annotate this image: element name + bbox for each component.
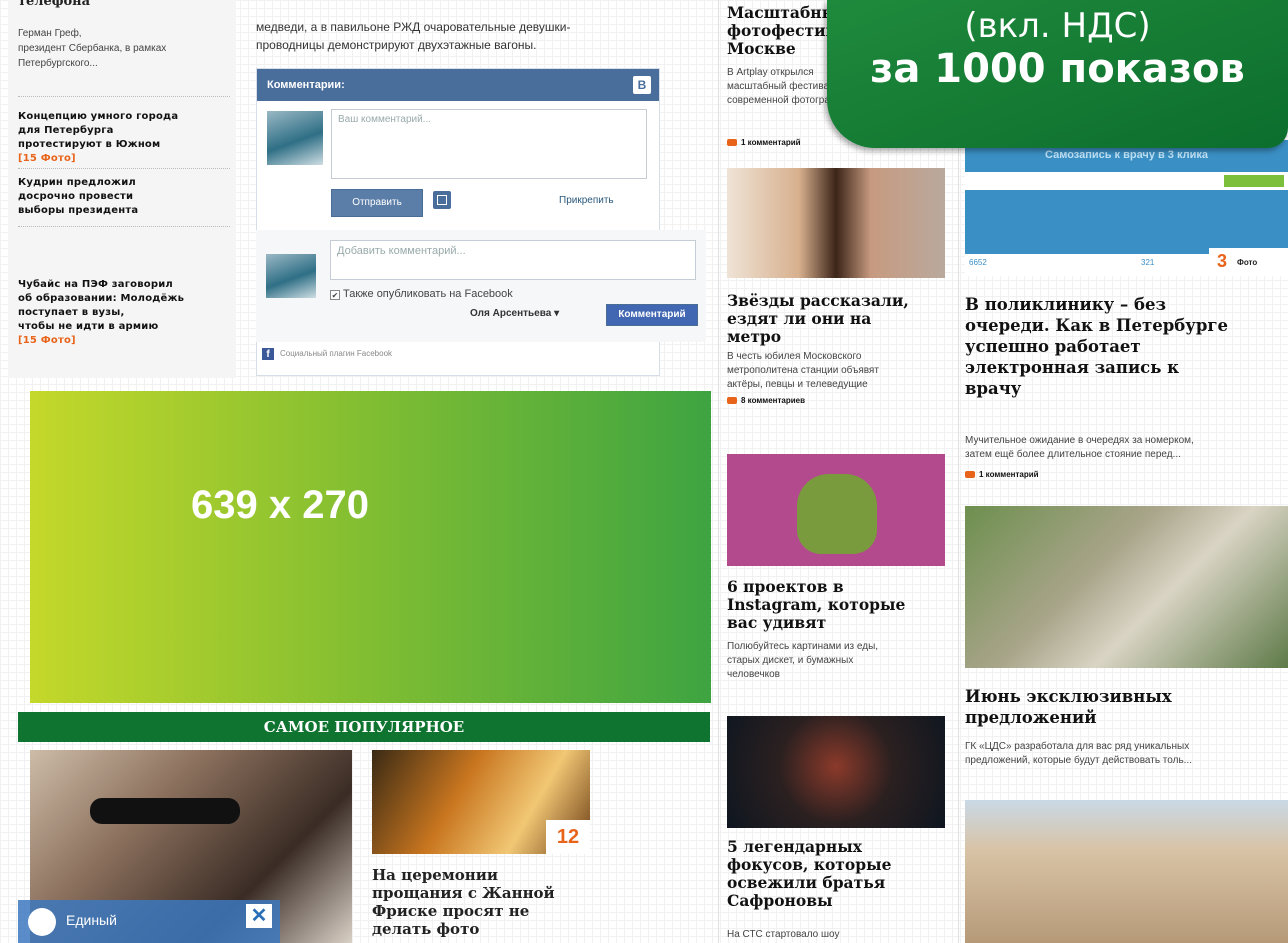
illustration-shape <box>797 474 877 554</box>
divider <box>18 226 230 227</box>
intro-text: Герман Греф, президент Сбербанка, в рамк… <box>18 28 167 69</box>
divider <box>18 96 230 97</box>
avatar <box>266 254 316 298</box>
mid-item-title[interactable]: Звёзды рассказали, ездят ли они на метро <box>727 292 952 346</box>
stars-photo[interactable] <box>727 168 945 278</box>
comment-icon <box>727 139 737 147</box>
fb-plugin-label: Социальный плагин Facebook <box>280 349 393 358</box>
right-item-desc: ГК «ЦДС» разработала для вас ряд уникаль… <box>965 741 1192 766</box>
news-link[interactable]: Концепцию умного города для Петербурга п… <box>18 110 230 166</box>
building-photo[interactable] <box>965 800 1288 943</box>
avatar <box>267 111 323 165</box>
mid-item-title[interactable]: 5 легендарных фокусов, которые освежили … <box>727 838 952 910</box>
price-line-vat: (вкл. НДС) <box>964 6 1151 46</box>
logo-icon <box>28 908 56 936</box>
right-item-desc: Мучительное ожидание в очередях за номер… <box>965 435 1194 460</box>
mid-item-desc: В честь юбилея Московского метрополитена… <box>727 351 879 390</box>
views-count: 6652 <box>969 258 987 267</box>
mid-item-desc: Полюбуйтесь картинами из еды, старых дис… <box>727 641 879 680</box>
news-link[interactable]: Чубайс на ПЭФ заговорил об образовании: … <box>18 278 230 348</box>
comment-icon <box>727 397 737 405</box>
sunglasses-shape <box>90 798 240 824</box>
comment-button[interactable]: Комментарий <box>606 304 698 326</box>
attach-link[interactable]: Прикрепить <box>559 195 614 206</box>
comments-count[interactable]: 8 комментариев <box>727 396 805 405</box>
popular-secondary-photo[interactable]: 12 <box>372 750 590 854</box>
comment-icon <box>965 471 975 479</box>
right-item-title[interactable]: В поликлинику – без очереди. Как в Петер… <box>965 294 1288 399</box>
user-name[interactable]: Оля Арсентьева ▾ <box>470 308 559 319</box>
overlay-label: Единый <box>66 912 117 928</box>
photo-count-badge: 12 <box>546 820 590 854</box>
doctor-booking-banner[interactable]: Самозапись к врачу в 3 клика 6652 321 3 … <box>965 140 1288 276</box>
overlay-widget[interactable]: Единый ✕ <box>18 900 280 943</box>
ad-placeholder-banner[interactable]: 639 x 270 <box>30 391 711 703</box>
likes-count: 321 <box>1141 258 1155 267</box>
price-line-impressions: за 1000 показов <box>870 46 1245 92</box>
vk-header: Комментарии: <box>257 69 659 101</box>
facebook-comments-box: Добавить комментарий... ✔ Также опубликов… <box>256 230 706 342</box>
column-divider <box>718 0 719 943</box>
close-icon[interactable]: ✕ <box>246 904 272 928</box>
mid-item-title[interactable]: 6 проектов в Instagram, которые вас удив… <box>727 578 952 632</box>
price-badge: (вкл. НДС) за 1000 показов <box>827 0 1288 148</box>
mid-item-desc: На СТС стартовало шоу <box>727 929 840 940</box>
facebook-icon: f <box>262 348 274 360</box>
vk-logo-icon: B <box>633 76 651 94</box>
hulk-illustration[interactable] <box>727 454 945 566</box>
right-item-title[interactable]: Июнь эксклюзивных предложений <box>965 686 1288 728</box>
photo-badge: 3 Фото <box>1209 248 1288 276</box>
magicians-photo[interactable] <box>727 716 945 828</box>
comment-input[interactable]: Ваш комментарий... <box>331 109 647 179</box>
ad-size-label: 639 x 270 <box>191 483 369 527</box>
article-text: медведи, а в павильоне РЖД очаровательны… <box>256 20 571 52</box>
send-button[interactable]: Отправить <box>331 189 423 217</box>
banner-search-row <box>965 172 1288 190</box>
news-link[interactable]: Кудрин предложил досрочно провести выбор… <box>18 176 230 218</box>
divider <box>18 168 230 169</box>
post-to-facebook-checkbox[interactable]: ✔ Также опубликовать на Facebook <box>330 288 513 300</box>
popular-header: САМОЕ ПОПУЛЯРНОЕ <box>18 712 710 742</box>
left-news-column: телефона Герман Греф, президент Сбербанк… <box>8 0 236 378</box>
search-button[interactable] <box>1224 175 1284 187</box>
add-comment-input[interactable]: Добавить комментарий... <box>330 240 696 280</box>
popular-story-title[interactable]: На церемонии прощания с Жанной Фриске пр… <box>372 866 602 938</box>
partial-title: телефона <box>18 0 91 9</box>
comments-count[interactable]: 1 комментарий <box>965 470 1039 479</box>
residential-complex-photo[interactable] <box>965 506 1288 668</box>
comments-count[interactable]: 1 комментарий <box>727 138 801 147</box>
attach-icon[interactable] <box>433 191 451 209</box>
